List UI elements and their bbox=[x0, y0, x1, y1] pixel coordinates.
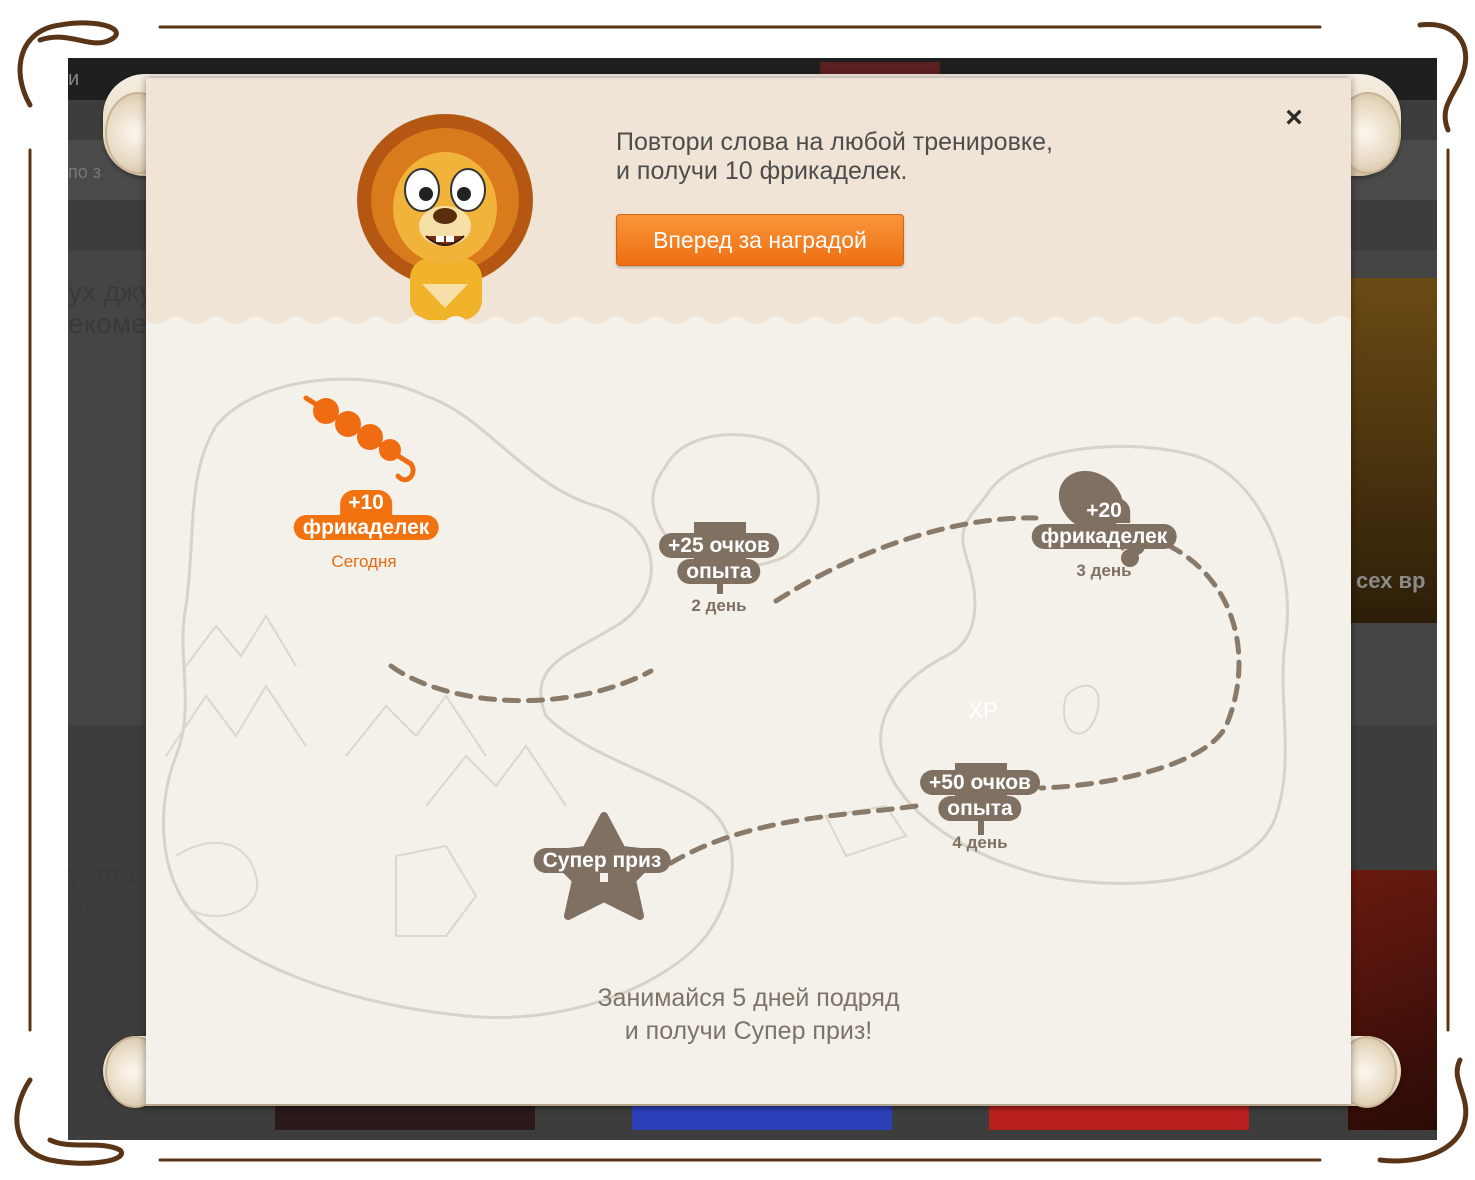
path-segment-3 bbox=[1038, 533, 1242, 791]
path-segment-2 bbox=[773, 515, 1039, 604]
reward-2-day: 2 день bbox=[691, 596, 747, 615]
footer-line-2: и получи Супер приз! bbox=[624, 1017, 873, 1045]
promo-text: Повтори слова на любой тренировке, и пол… bbox=[616, 128, 1053, 186]
footer-line-1: Занимайся 5 дней подряд bbox=[597, 984, 900, 1012]
bg-text-1: ух джу bbox=[68, 276, 154, 307]
reward-1-day: Сегодня bbox=[331, 552, 397, 571]
reward-4-label: опыта bbox=[938, 796, 1022, 821]
reward-4-day: 4 день bbox=[952, 833, 1008, 852]
reward-3-day: 3 день bbox=[1076, 561, 1132, 580]
footer-text: Занимайся 5 дней подряд и получи Супер п… bbox=[146, 982, 1351, 1048]
bg-text-2: екоме bbox=[68, 308, 147, 339]
path-segment-4 bbox=[663, 803, 919, 869]
reward-modal: × Повтори слова на любой тренировке, и п… bbox=[146, 78, 1351, 1104]
reward-1-label: фрикаделек bbox=[293, 515, 439, 540]
reward-2-amount: +25 очков bbox=[659, 533, 779, 558]
reward-2-label: опыта bbox=[677, 559, 761, 584]
close-button[interactable]: × bbox=[1278, 102, 1310, 134]
go-to-reward-button[interactable]: Вперед за наградой bbox=[616, 214, 904, 266]
promo-line-1: Повтори слова на любой тренировке, bbox=[616, 128, 1053, 156]
bg-search-text: по з bbox=[68, 162, 102, 182]
bg-text-4: анрь bbox=[68, 892, 130, 923]
reward-5-label: Супер приз bbox=[533, 848, 671, 873]
promo-line-2: и получи 10 фрикаделек. bbox=[616, 157, 908, 185]
bg-topbar-text: и bbox=[68, 68, 80, 90]
reward-5-day: 5 день bbox=[574, 885, 630, 904]
modal-header bbox=[146, 78, 1351, 328]
path-segment-1 bbox=[388, 663, 654, 704]
bg-trophy-text: сех вр bbox=[1356, 568, 1426, 593]
skewer-icon bbox=[303, 395, 416, 483]
scalloped-divider bbox=[146, 316, 1351, 336]
reward-4-amount: +50 очков bbox=[920, 770, 1040, 795]
reward-3-amount: +20 bbox=[1078, 498, 1130, 523]
reward-3-label: фрикаделек bbox=[1031, 524, 1177, 549]
reward-1-amount: +10 bbox=[340, 490, 392, 515]
xp-badge-2-label: XP bbox=[968, 698, 998, 723]
lion-mascot-icon bbox=[357, 114, 533, 320]
bg-text-3: учши bbox=[68, 858, 135, 889]
